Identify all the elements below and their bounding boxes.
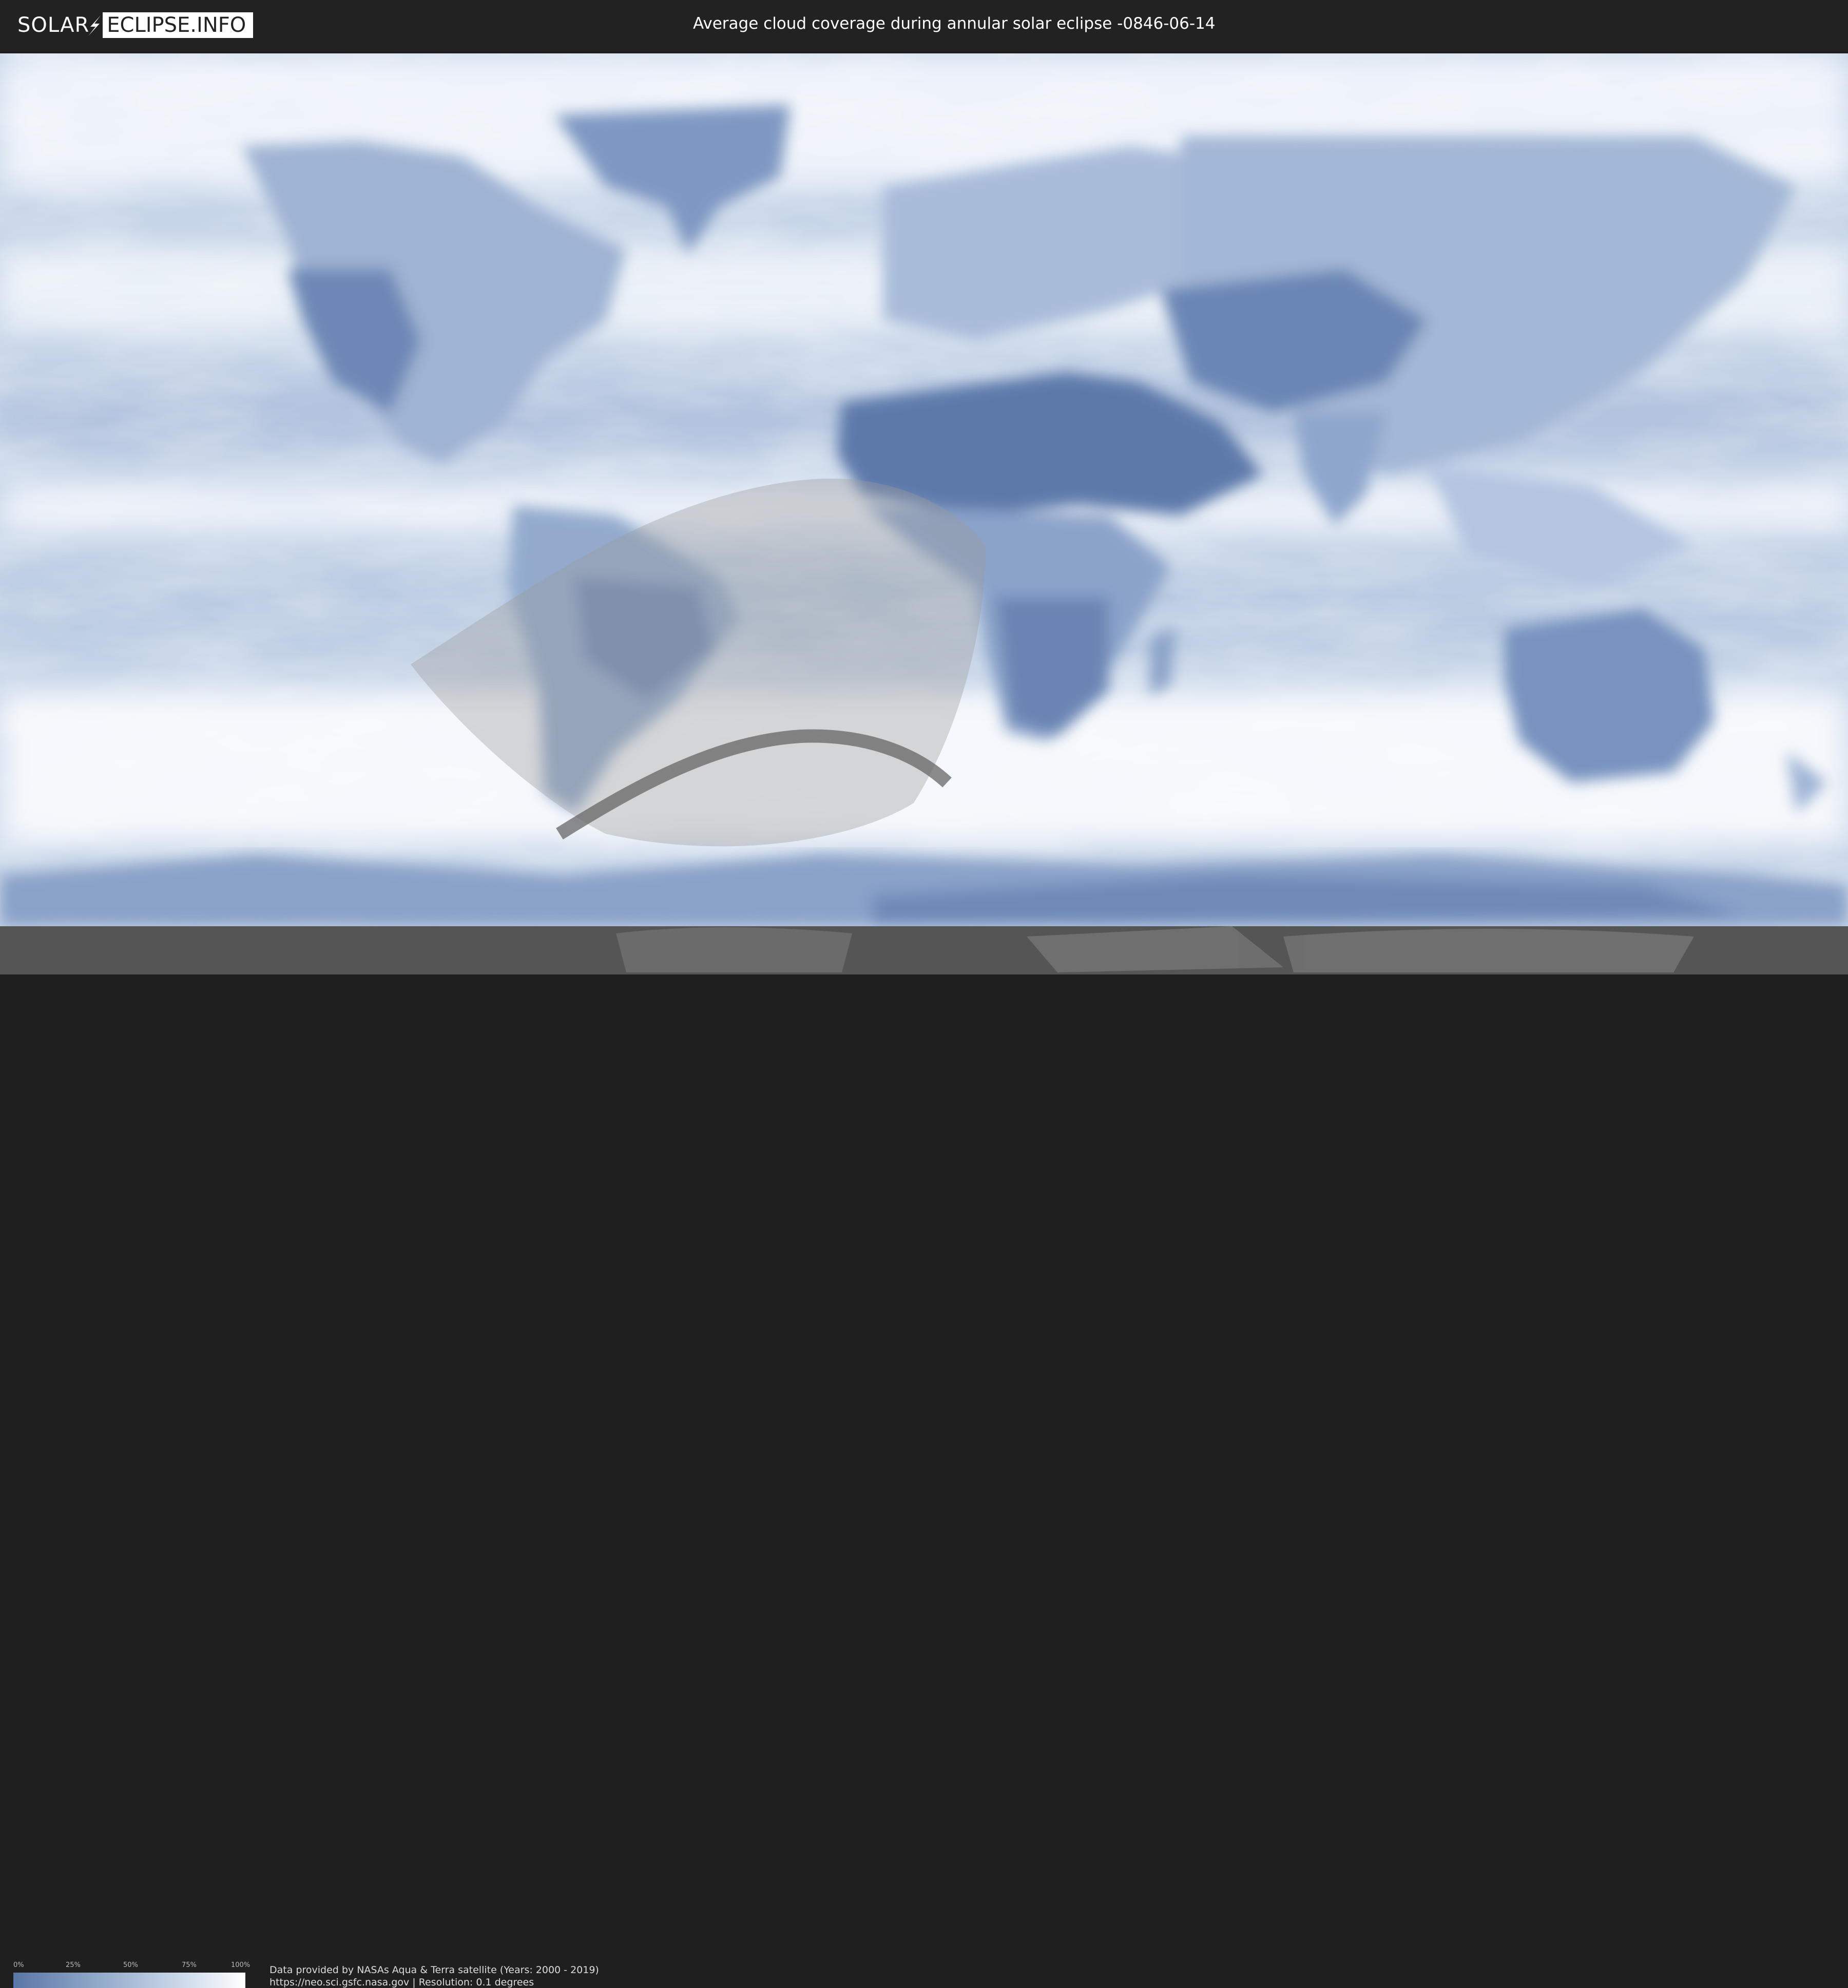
site-logo[interactable]: SOLAR ECLIPSE.INFO bbox=[17, 12, 254, 38]
page-title: Average cloud coverage during annular so… bbox=[693, 14, 1216, 33]
cloud-coverage-map[interactable] bbox=[0, 53, 1848, 974]
credit-line-1: Data provided by NASAs Aqua & Terra sate… bbox=[270, 1964, 599, 1976]
world-map-svg bbox=[0, 53, 1848, 974]
credit-line-2[interactable]: https://neo.sci.gsfc.nasa.gov | Resoluti… bbox=[270, 1977, 534, 1988]
legend-tick-75: 75% bbox=[182, 1961, 197, 1969]
legend-gradient bbox=[13, 1973, 245, 1988]
logo-text-solar: SOLAR bbox=[17, 13, 90, 37]
legend-tick-50: 50% bbox=[123, 1961, 138, 1969]
footer: 0% 25% 50% 75% 100% Data provided by NAS… bbox=[0, 974, 1848, 1988]
legend-tick-0: 0% bbox=[13, 1961, 24, 1969]
header-bar: SOLAR ECLIPSE.INFO Average cloud coverag… bbox=[0, 0, 1848, 51]
polar-band-patches bbox=[616, 926, 1694, 972]
legend-tick-25: 25% bbox=[66, 1961, 81, 1969]
legend-tick-100: 100% bbox=[231, 1961, 251, 1969]
logo-text-eclipse: ECLIPSE.INFO bbox=[103, 12, 254, 38]
antarctica bbox=[0, 854, 1848, 926]
eclipse-bolt-icon bbox=[88, 15, 101, 36]
